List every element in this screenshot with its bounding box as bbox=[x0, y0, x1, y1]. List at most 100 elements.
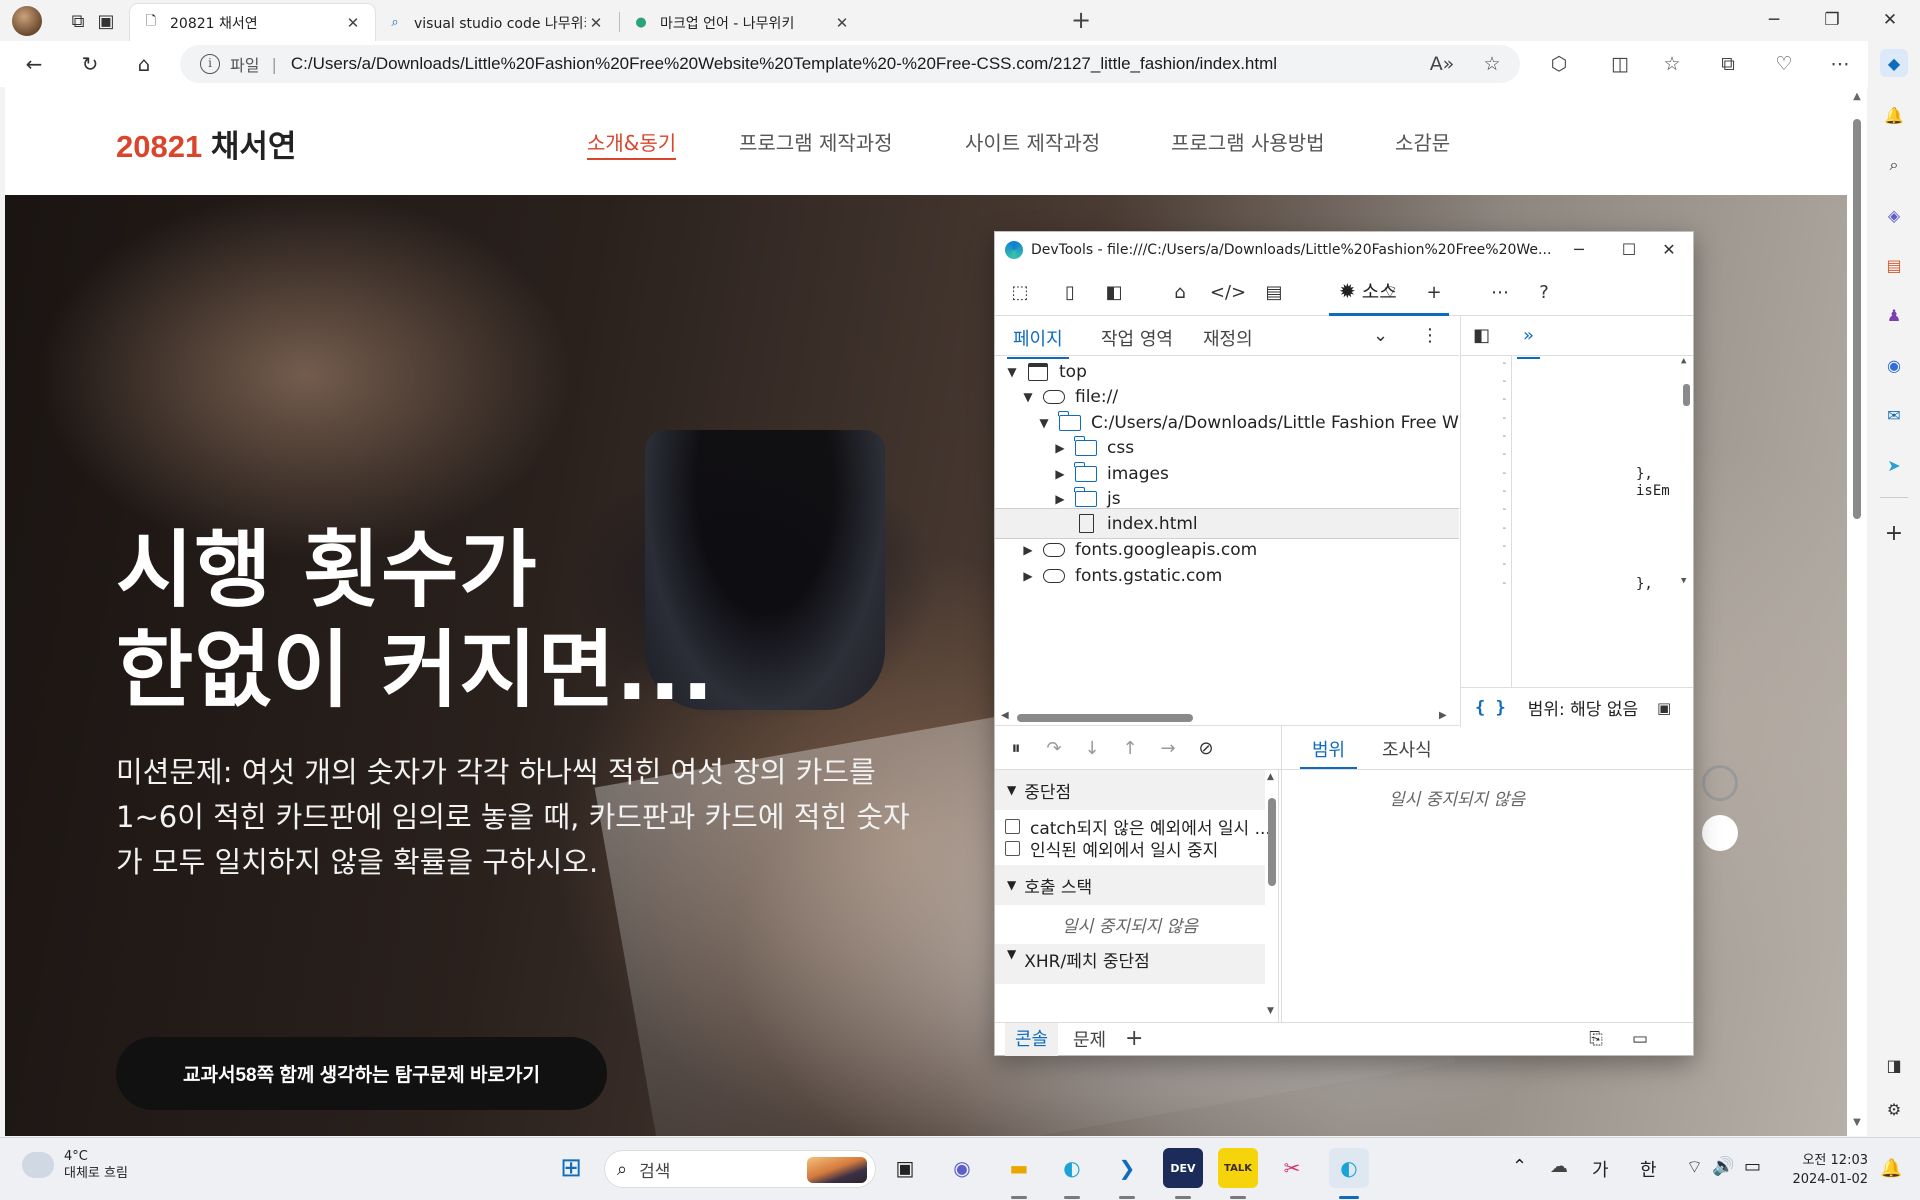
chat-icon[interactable]: ◉ bbox=[942, 1148, 982, 1188]
inspect-icon[interactable]: ⬚ bbox=[1005, 277, 1035, 307]
home-button[interactable]: ⌂ bbox=[128, 48, 160, 80]
breakpoints-section[interactable]: ▼ 중단점 bbox=[995, 770, 1265, 810]
nav-item-usage[interactable]: 프로그램 사용방법 bbox=[1171, 127, 1325, 156]
split-screen-icon[interactable]: ◫ bbox=[1606, 50, 1634, 78]
step-icon[interactable]: → bbox=[1155, 736, 1181, 762]
copilot-icon[interactable]: ◆ bbox=[1880, 49, 1908, 77]
textbook-link-button[interactable]: 교과서58쪽 함께 생각하는 탐구문제 바로가기 bbox=[116, 1037, 607, 1110]
collections-icon[interactable]: ⧉ bbox=[1714, 50, 1742, 78]
task-view-icon[interactable]: ▣ bbox=[885, 1148, 925, 1188]
carousel-dot[interactable] bbox=[1702, 765, 1738, 801]
profile-avatar[interactable] bbox=[12, 6, 42, 36]
devtools-minimize-button[interactable]: ─ bbox=[1557, 234, 1601, 266]
expand-arrow-icon[interactable]: ▶ bbox=[1021, 543, 1035, 557]
wifi-icon[interactable]: ⌔ bbox=[1686, 1156, 1703, 1179]
add-drawer-tab-icon[interactable]: + bbox=[1125, 1026, 1143, 1051]
coverage-icon[interactable]: ▣ bbox=[1657, 699, 1671, 717]
tab-watch[interactable]: 조사식 bbox=[1382, 736, 1432, 762]
scroll-up-icon[interactable]: ▲ bbox=[1850, 91, 1864, 102]
workspaces-icon[interactable]: ⧉ bbox=[64, 7, 92, 35]
tab-actions-icon[interactable]: ▣ bbox=[92, 7, 120, 35]
pretty-print-icon[interactable]: { } bbox=[1475, 698, 1506, 718]
address-bar[interactable]: i 파일 | C:/Users/a/Downloads/Little%20Fas… bbox=[180, 45, 1520, 83]
outlook-icon[interactable]: ✉ bbox=[1880, 401, 1908, 429]
devtools-close-button[interactable]: ✕ bbox=[1647, 234, 1691, 266]
snipping-tool-icon[interactable]: ✂ bbox=[1272, 1148, 1312, 1188]
expand-arrow-icon[interactable]: ▶ bbox=[1053, 467, 1067, 481]
scrollbar-thumb[interactable] bbox=[1853, 119, 1861, 519]
checkbox-icon[interactable] bbox=[1005, 841, 1020, 856]
tree-item-fonts-gstatic[interactable]: ▶ fonts.gstatic.com bbox=[995, 560, 1459, 591]
expand-arrow-icon[interactable]: ▼ bbox=[1037, 416, 1051, 430]
dev-app-icon[interactable]: DEV bbox=[1163, 1148, 1203, 1188]
edge-icon[interactable]: ◐ bbox=[1052, 1148, 1092, 1188]
tab-scope[interactable]: 범위 bbox=[1299, 736, 1358, 769]
step-over-icon[interactable]: ↷ bbox=[1041, 736, 1067, 762]
page-scrollbar[interactable]: ▲ ▼ bbox=[1847, 87, 1867, 1136]
battery-icon[interactable]: ▭ bbox=[1744, 1156, 1761, 1177]
code-editor[interactable]: - - - - - - - - - - - - - }, isEm }, ▲ ▼ bbox=[1460, 356, 1693, 711]
customize-icon[interactable]: ⋯ bbox=[1485, 277, 1515, 307]
refresh-button[interactable]: ↻ bbox=[74, 48, 106, 80]
games-icon[interactable]: ♟ bbox=[1880, 301, 1908, 329]
devtools-maximize-button[interactable]: ☐ bbox=[1607, 234, 1651, 266]
url-text[interactable]: C:/Users/a/Downloads/Little%20Fashion%20… bbox=[291, 54, 1277, 74]
scroll-left-icon[interactable]: ◀ bbox=[1001, 710, 1009, 721]
favorites-icon[interactable]: ☆ bbox=[1658, 50, 1686, 78]
pause-icon[interactable]: ⏸ bbox=[1003, 736, 1029, 762]
nav-item-intro[interactable]: 소개&동기 bbox=[587, 127, 677, 160]
close-tab-icon[interactable]: ✕ bbox=[832, 14, 852, 32]
favorite-star-icon[interactable]: ☆ bbox=[1478, 50, 1506, 78]
expand-arrow-icon[interactable]: ▼ bbox=[1005, 365, 1019, 379]
ime-mode[interactable]: 가 bbox=[1592, 1156, 1609, 1182]
scroll-up-icon[interactable]: ▲ bbox=[1267, 772, 1274, 782]
nav-item-program-process[interactable]: 프로그램 제작과정 bbox=[739, 127, 893, 156]
close-tab-icon[interactable]: ✕ bbox=[343, 14, 363, 32]
more-tools-icon[interactable]: + bbox=[1419, 277, 1449, 307]
toggle-navigator-icon[interactable]: ◧ bbox=[1473, 325, 1490, 346]
tab-page[interactable]: 페이지 bbox=[1007, 325, 1069, 359]
scroll-right-icon[interactable]: ▶ bbox=[1439, 710, 1447, 721]
collapse-drawer-icon[interactable]: ▭ bbox=[1627, 1026, 1653, 1052]
nav-item-site-process[interactable]: 사이트 제작과정 bbox=[965, 127, 1100, 156]
device-emulation-icon[interactable]: ▯ bbox=[1055, 277, 1085, 307]
browser-essentials-icon[interactable]: ♡ bbox=[1770, 50, 1798, 78]
vscode-icon[interactable]: ❯ bbox=[1107, 1148, 1147, 1188]
dock-icon[interactable]: ◧ bbox=[1099, 277, 1129, 307]
tab-search[interactable]: ⌕ visual studio code 나무위키 - 검색 ✕ bbox=[374, 4, 618, 41]
clock[interactable]: 오전 12:03 2024-01-02 bbox=[1780, 1151, 1868, 1189]
tab-console[interactable]: 콘솔 bbox=[1005, 1023, 1059, 1056]
scroll-down-icon[interactable]: ▼ bbox=[1850, 1117, 1864, 1128]
scrollbar-thumb[interactable] bbox=[1683, 384, 1690, 406]
scroll-down-icon[interactable]: ▼ bbox=[1681, 576, 1686, 586]
read-aloud-icon[interactable]: A» bbox=[1428, 50, 1456, 78]
welcome-home-icon[interactable]: ⌂ bbox=[1165, 277, 1195, 307]
step-into-icon[interactable]: ↓ bbox=[1079, 736, 1105, 762]
toggle-debugger-icon[interactable]: » bbox=[1516, 325, 1541, 359]
sidebar-scrollbar[interactable]: ▲ ▼ bbox=[1265, 770, 1279, 1023]
ime-language[interactable]: 한 bbox=[1640, 1156, 1657, 1182]
chevron-up-icon[interactable]: ⌃ bbox=[1512, 1156, 1527, 1177]
expand-arrow-icon[interactable]: ▶ bbox=[1021, 569, 1035, 583]
tab-active[interactable]: 🗋 20821 채서연 ✕ bbox=[130, 4, 375, 41]
extensions-icon[interactable]: ⬡ bbox=[1545, 50, 1573, 78]
network-icon[interactable]: ⌔ bbox=[1375, 277, 1405, 307]
taskbar-search[interactable]: ⌕ 검색 bbox=[604, 1150, 876, 1188]
file-explorer-icon[interactable]: ▬ bbox=[999, 1148, 1039, 1188]
tab-namuwiki[interactable]: ● 마크업 언어 - 나무위키 ✕ bbox=[620, 4, 864, 41]
scroll-down-icon[interactable]: ▼ bbox=[1267, 1006, 1274, 1016]
drop-icon[interactable]: ➤ bbox=[1880, 451, 1908, 479]
tab-workspace[interactable]: 작업 영역 bbox=[1101, 325, 1173, 351]
console-icon[interactable]: ▤ bbox=[1259, 277, 1289, 307]
hide-sidebar-icon[interactable]: ◨ bbox=[1880, 1051, 1908, 1079]
deactivate-breakpoints-icon[interactable]: ⊘ bbox=[1193, 736, 1219, 762]
expand-arrow-icon[interactable]: ▶ bbox=[1053, 492, 1067, 506]
pause-caught-checkbox[interactable]: 인식된 예외에서 일시 중지 bbox=[1005, 836, 1218, 861]
more-options-icon[interactable]: ⋮ bbox=[1421, 325, 1439, 346]
weather-widget[interactable]: 4°C 대체로 흐림 bbox=[18, 1146, 128, 1182]
close-tab-icon[interactable]: ✕ bbox=[586, 14, 606, 32]
edge-active-icon[interactable]: ◐ bbox=[1329, 1148, 1369, 1188]
site-brand[interactable]: 20821 채서연 bbox=[116, 121, 296, 166]
notification-icon[interactable]: 🔔 bbox=[1880, 101, 1908, 129]
step-out-icon[interactable]: ↑ bbox=[1117, 736, 1143, 762]
